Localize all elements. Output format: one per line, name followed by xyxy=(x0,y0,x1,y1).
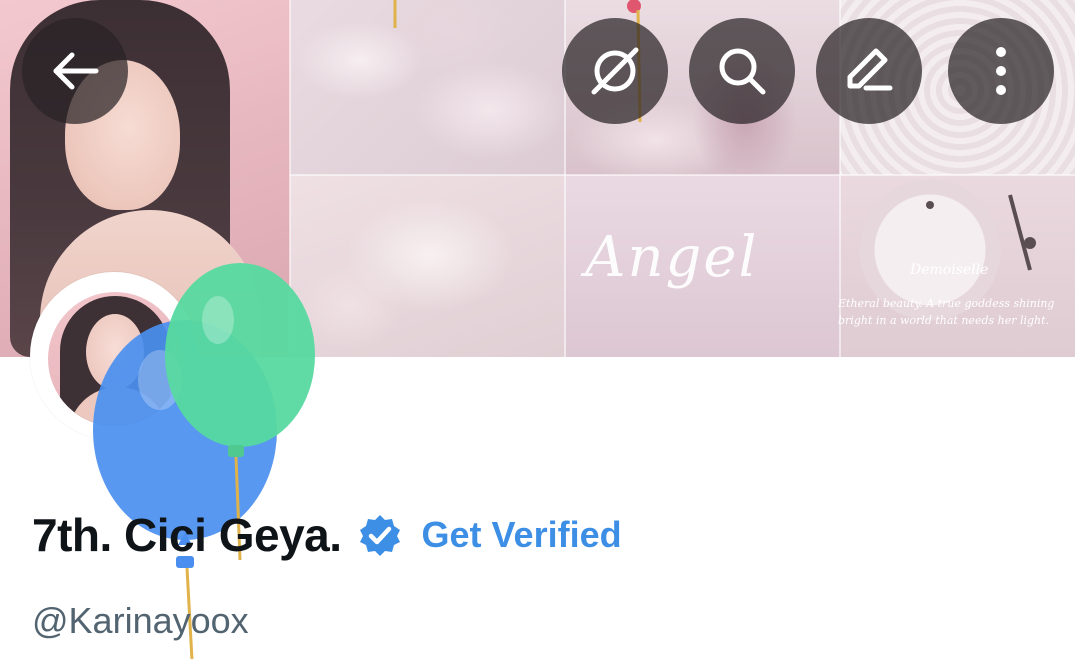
search-icon xyxy=(719,48,766,95)
get-verified-link[interactable]: Get Verified xyxy=(422,514,622,556)
banner-divider xyxy=(290,174,1075,176)
search-button[interactable] xyxy=(689,18,795,124)
profile-name-row: 7th. Cici Geya. Get Verified xyxy=(32,508,622,562)
banner-quote-line: Etheral beauty. A true goddess shining xyxy=(838,297,1055,310)
banner-quote-line: bright in a world that needs her light. xyxy=(838,314,1050,327)
display-name: 7th. Cici Geya. xyxy=(32,509,342,561)
verified-badge-icon[interactable] xyxy=(358,513,402,557)
back-button[interactable] xyxy=(22,18,128,124)
balloon-string xyxy=(393,0,397,28)
banner-petals-tile xyxy=(290,0,565,175)
banner-divider xyxy=(289,0,291,357)
grok-slash-icon xyxy=(591,47,639,95)
profile-handle: @Karinayoox xyxy=(32,600,249,641)
banner-quote-text: Etheral beauty. A true goddess shining b… xyxy=(838,295,1075,329)
more-button[interactable] xyxy=(948,18,1054,124)
arrow-left-icon xyxy=(53,52,99,90)
pencil-icon xyxy=(847,48,893,91)
profile-page: Angel Demoiselle Etheral beauty. A true … xyxy=(0,0,1075,659)
avatar-face xyxy=(86,314,144,390)
banner-rose-tile xyxy=(290,175,565,357)
avatar-image xyxy=(48,292,182,426)
banner-demoiselle-text: Demoiselle xyxy=(910,262,989,278)
avatar[interactable] xyxy=(30,272,198,440)
more-vertical-icon xyxy=(996,47,1006,95)
edit-button[interactable] xyxy=(816,18,922,124)
grok-button[interactable] xyxy=(562,18,668,124)
banner-angel-text: Angel xyxy=(585,225,759,290)
